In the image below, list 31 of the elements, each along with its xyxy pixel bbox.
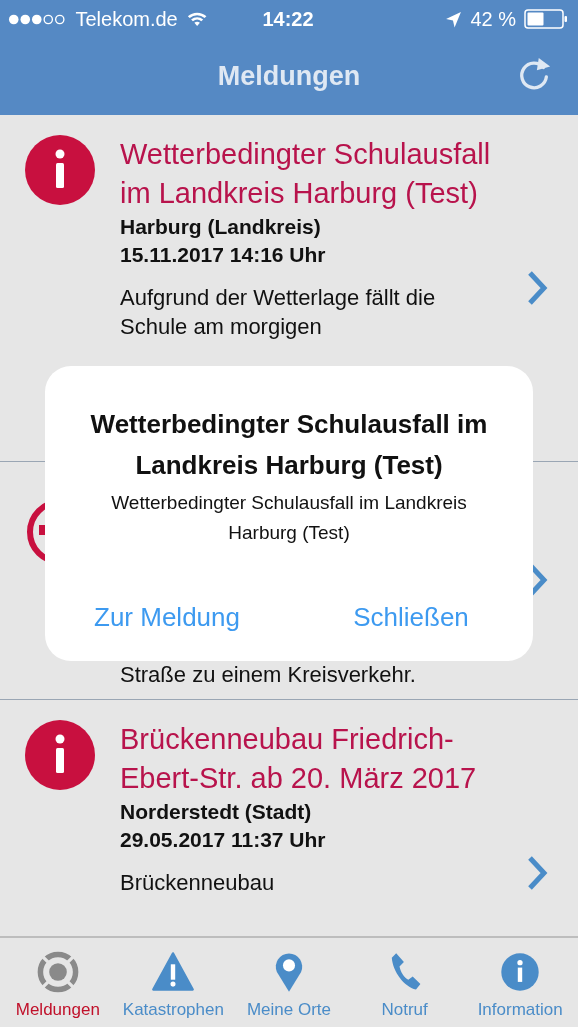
message-row[interactable]: Brückenneubau Friedrich-Ebert-Str. ab 20. März 2017 Norderstedt (Stadt) 29.05.2017 11:37 Uhr Brückenneubau — [0, 700, 578, 936]
tab[interactable]: Notruf — [346, 938, 463, 1027]
message-preview: Aufgrund der Wetterlage fällt die Schule am morgigen — [120, 284, 437, 341]
battery-icon — [524, 9, 568, 29]
location-arrow-icon — [445, 10, 463, 28]
message-region: Harburg (Landkreis) — [120, 214, 322, 240]
battery-percent: 42 % — [470, 7, 516, 31]
message-date: 29.05.2017 11:37 Uhr — [120, 827, 327, 853]
warning-icon — [151, 950, 196, 994]
info-icon — [25, 135, 95, 205]
message-region: Norderstedt (Stadt) — [120, 799, 313, 825]
chevron-right-icon — [526, 270, 550, 306]
screen-title: Meldungen — [217, 61, 361, 92]
alert-button[interactable]: Zur Meldung — [45, 581, 289, 661]
tab[interactable]: Meine Orte — [231, 938, 347, 1027]
tab[interactable]: Information — [462, 938, 578, 1027]
message-preview: Brückenneubau — [120, 869, 276, 897]
tab[interactable]: Meldungen — [0, 938, 116, 1027]
message-title: Wetterbedingter Schulausfall im Landkreis Harburg (Test) — [120, 137, 492, 211]
carrier-name: Telekom.de — [75, 7, 178, 31]
message-preview: Straße zu einem Kreisverkehr. — [120, 661, 417, 689]
clock-time: 14:22 — [262, 7, 314, 31]
message-date: 15.11.2017 14:16 Uhr — [120, 242, 327, 268]
info-icon — [25, 720, 95, 790]
tab[interactable]: Katastrophen — [115, 938, 232, 1027]
alert-button[interactable]: Schließen — [289, 581, 533, 661]
radar-icon — [35, 950, 80, 994]
message-title: Brückenneubau Friedrich-Ebert-Str. ab 20. März 2017 — [120, 722, 478, 796]
alert-message: Wetterbedingter Schulausfall im Landkreis Harburg (Test) — [110, 491, 468, 545]
chevron-right-icon — [526, 855, 550, 891]
wifi-icon — [185, 10, 208, 28]
